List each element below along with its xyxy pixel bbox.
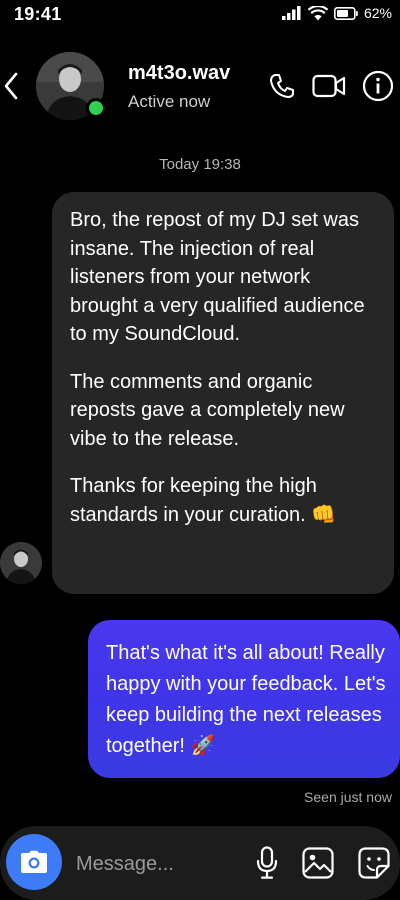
- phone-icon: [270, 74, 294, 98]
- video-camera-icon: [312, 74, 346, 98]
- sticker-icon: [358, 847, 390, 879]
- sticker-button[interactable]: [358, 847, 390, 879]
- status-bar: 19:41 62%: [0, 0, 400, 30]
- message-paragraph: Thanks for keeping the high standards in…: [70, 475, 337, 526]
- notch: [114, 0, 286, 16]
- chat-header: m4t3o.wav Active now: [0, 40, 400, 130]
- message-paragraph: Bro, the repost of my DJ set was insane.…: [70, 209, 365, 345]
- status-time: 19:41: [14, 4, 62, 24]
- sender-avatar[interactable]: [0, 542, 42, 584]
- info-icon: [362, 70, 394, 102]
- call-button[interactable]: [268, 72, 296, 100]
- message-timestamp: Today 19:38: [159, 156, 241, 173]
- info-button[interactable]: [362, 70, 394, 102]
- contact-status: Active now: [128, 92, 211, 111]
- avatar-photo: [0, 542, 42, 584]
- microphone-icon: [256, 846, 278, 879]
- contact-name[interactable]: m4t3o.wav: [128, 62, 230, 85]
- signal-icon: [281, 6, 301, 20]
- message-composer: [0, 826, 400, 900]
- composer-actions: [256, 846, 390, 880]
- incoming-message-bubble[interactable]: Bro, the repost of my DJ set was insane.…: [52, 192, 394, 594]
- gallery-button[interactable]: [302, 847, 334, 879]
- outgoing-message-bubble[interactable]: That's what it's all about! Really happy…: [88, 620, 400, 778]
- message-input[interactable]: [74, 846, 238, 882]
- battery-icon: [333, 6, 358, 20]
- message-paragraph: The comments and organic reposts gave a …: [70, 370, 345, 450]
- online-indicator: [86, 98, 106, 118]
- battery-percentage: 62%: [363, 5, 392, 21]
- video-call-button[interactable]: [312, 73, 346, 99]
- contact-avatar[interactable]: [36, 52, 106, 120]
- status-indicators: 62%: [281, 5, 392, 21]
- camera-icon: [21, 850, 47, 873]
- image-icon: [302, 847, 334, 879]
- seen-status: Seen just now: [304, 789, 392, 805]
- back-button[interactable]: [0, 68, 22, 104]
- header-actions: [268, 70, 394, 102]
- chevron-left-icon: [4, 72, 18, 100]
- wifi-icon: [307, 5, 328, 20]
- camera-button[interactable]: [6, 834, 62, 890]
- voice-message-button[interactable]: [256, 846, 278, 880]
